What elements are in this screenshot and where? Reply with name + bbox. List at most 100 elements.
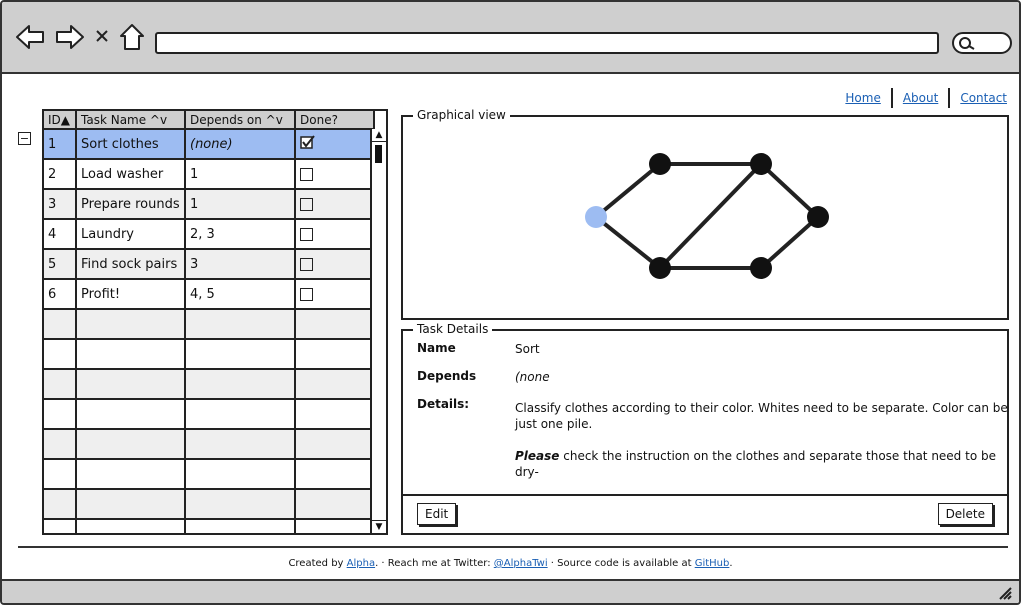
name-value: Sort: [515, 342, 540, 356]
name-label: Name: [417, 341, 456, 355]
row-depends: 2, 3: [185, 219, 296, 250]
depends-label: Depends: [417, 369, 477, 383]
row-done: [295, 249, 375, 280]
row-task-name: Laundry: [76, 219, 186, 250]
checkbox-icon[interactable]: [300, 227, 313, 241]
top-nav: Home About Contact: [835, 88, 1017, 108]
graph-node[interactable]: [649, 257, 671, 279]
empty-row: [44, 369, 375, 400]
github-link[interactable]: GitHub: [695, 558, 730, 569]
footer-text: .: [729, 558, 733, 569]
graphical-view-panel: Graphical view: [401, 108, 1009, 320]
details-label: Details:: [417, 397, 470, 411]
row-task-name: Load washer: [76, 159, 186, 190]
graph-node[interactable]: [649, 153, 671, 175]
footer-text: · Source code is available at: [547, 558, 695, 569]
row-depends: 1: [185, 159, 296, 190]
row-depends: 3: [185, 249, 296, 280]
table-row[interactable]: 6 Profit! 4, 5: [44, 279, 375, 310]
row-task-name: Prepare rounds: [76, 189, 186, 220]
browser-window: Home About Contact − ID▲ Task Name ^v De…: [0, 0, 1021, 605]
checkbox-checked-icon[interactable]: [300, 135, 316, 149]
author-link[interactable]: Alpha: [347, 558, 375, 569]
status-bar: [2, 579, 1019, 603]
scroll-thumb[interactable]: [375, 145, 382, 163]
row-id: 5: [44, 249, 77, 280]
table-row[interactable]: 4 Laundry 2, 3: [44, 219, 375, 250]
collapse-icon[interactable]: −: [18, 132, 31, 145]
home-icon[interactable]: [118, 22, 146, 52]
empty-row: [44, 489, 375, 520]
details-emphasis: Please: [515, 449, 560, 463]
resize-grip-icon[interactable]: [997, 585, 1013, 601]
details-paragraph-2: check the instruction on the clothes and…: [515, 449, 996, 479]
graphical-view-legend: Graphical view: [413, 108, 510, 122]
graph-node[interactable]: [807, 206, 829, 228]
graph-node[interactable]: [750, 153, 772, 175]
search-icon: [959, 37, 975, 50]
details-paragraph-1: Classify clothes according to their colo…: [515, 401, 1008, 431]
graph-node-start[interactable]: [585, 206, 607, 228]
column-header-task-name[interactable]: Task Name ^v: [76, 111, 186, 130]
row-id: 2: [44, 159, 77, 190]
details-divider: [403, 494, 1007, 496]
footer: Created by Alpha. · Reach me at Twitter:…: [2, 558, 1019, 569]
detail-name-row: Name Sort: [417, 341, 540, 356]
table-row[interactable]: 5 Find sock pairs 3: [44, 249, 375, 280]
delete-button[interactable]: Delete: [937, 503, 993, 525]
footer-text: Created by: [288, 558, 347, 569]
details-text: Classify clothes according to their colo…: [515, 400, 1015, 480]
row-done: [295, 159, 375, 190]
row-task-name: Find sock pairs: [76, 249, 186, 280]
row-task-name: Profit!: [76, 279, 186, 310]
column-header-id[interactable]: ID▲: [44, 111, 77, 130]
back-arrow-icon[interactable]: [14, 22, 46, 52]
table-row[interactable]: 1 Sort clothes (none): [44, 129, 375, 160]
row-done: [295, 219, 375, 250]
row-depends: (none): [185, 129, 296, 160]
detail-depends-row: Depends (none: [417, 369, 550, 384]
forward-arrow-icon[interactable]: [54, 22, 86, 52]
checkbox-icon[interactable]: [300, 197, 313, 211]
row-id: 3: [44, 189, 77, 220]
empty-row: [44, 519, 375, 533]
scroll-up-icon[interactable]: ▲: [372, 129, 386, 142]
table-row[interactable]: 2 Load washer 1: [44, 159, 375, 190]
twitter-link[interactable]: @AlphaTwi: [494, 558, 548, 569]
home-link[interactable]: Home: [835, 91, 890, 105]
dependency-graph: [585, 153, 829, 279]
row-depends: 1: [185, 189, 296, 220]
row-task-name: Sort clothes: [76, 129, 186, 160]
grid-scrollbar[interactable]: ▲ ▼: [370, 129, 386, 533]
address-bar[interactable]: [155, 32, 939, 54]
column-header-done[interactable]: Done?: [295, 111, 375, 130]
detail-details-row: Details: Classify clothes according to t…: [417, 397, 1008, 479]
about-link[interactable]: About: [893, 91, 948, 105]
close-icon[interactable]: [94, 28, 112, 46]
task-grid: ID▲ Task Name ^v Depends on ^v Done? 1 S…: [42, 109, 388, 535]
row-done: [295, 129, 375, 160]
row-done: [295, 189, 375, 220]
empty-row: [44, 459, 375, 490]
footer-divider: [18, 546, 1008, 548]
search-box[interactable]: [952, 32, 1012, 54]
depends-value: (none: [515, 370, 550, 384]
edit-button[interactable]: Edit: [417, 503, 457, 525]
row-id: 1: [44, 129, 77, 160]
contact-link[interactable]: Contact: [950, 91, 1017, 105]
checkbox-icon[interactable]: [300, 287, 313, 301]
graph-node[interactable]: [750, 257, 772, 279]
graph-edges: [594, 162, 820, 270]
task-details-panel: Task Details Name Sort Depends (none Det…: [401, 322, 1009, 535]
empty-row: [44, 339, 375, 370]
column-header-depends[interactable]: Depends on ^v: [185, 111, 296, 130]
checkbox-icon[interactable]: [300, 257, 313, 271]
checkbox-icon[interactable]: [300, 167, 313, 181]
row-depends: 4, 5: [185, 279, 296, 310]
table-row[interactable]: 3 Prepare rounds 1: [44, 189, 375, 220]
empty-row: [44, 399, 375, 430]
footer-text: . · Reach me at Twitter:: [375, 558, 494, 569]
empty-row: [44, 429, 375, 460]
task-details-legend: Task Details: [413, 322, 493, 336]
scroll-down-icon[interactable]: ▼: [372, 520, 386, 533]
